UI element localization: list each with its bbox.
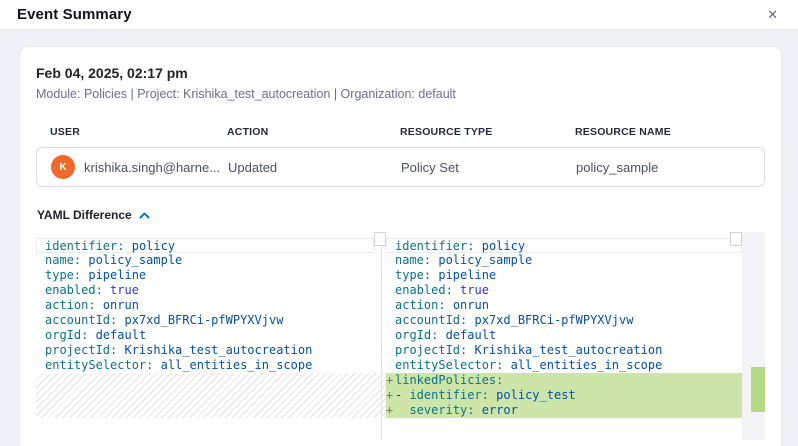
diff-plus-sign: +: [386, 373, 395, 388]
code-line: identifier: policy: [386, 238, 742, 253]
audit-table-header: USER ACTION RESOURCE TYPE RESOURCE NAME: [50, 126, 765, 138]
left-scrollbar[interactable]: [374, 232, 386, 246]
yaml-diff-editor: identifier: policyname: policy_sampletyp…: [36, 232, 765, 440]
diff-plus-sign: +: [386, 388, 395, 403]
page-title: Event Summary: [17, 6, 132, 23]
code-line: accountId: px7xd_BFRCi-pfWPYXVjvw: [36, 313, 374, 328]
code-line: orgId: default: [386, 328, 742, 343]
event-timestamp: Feb 04, 2025, 02:17 pm: [36, 65, 765, 81]
event-card: Feb 04, 2025, 02:17 pm Module: Policies …: [20, 47, 781, 446]
chevron-up-icon[interactable]: [139, 212, 150, 219]
code-line: name: policy_sample: [386, 253, 742, 268]
code-line: name: policy_sample: [36, 253, 374, 268]
code-line: entitySelector: all_entities_in_scope: [36, 358, 374, 373]
code-line: type: pipeline: [386, 268, 742, 283]
diff-overview-ruler[interactable]: [742, 232, 765, 440]
diff-pane-divider[interactable]: [381, 232, 382, 440]
avatar: K: [51, 155, 75, 179]
code-line-added: + severity: error: [386, 403, 742, 418]
column-header-resource-type: RESOURCE TYPE: [400, 126, 575, 138]
yaml-difference-label: YAML Difference: [37, 208, 132, 222]
code-line: projectId: Krishika_test_autocreation: [386, 343, 742, 358]
added-lines-marker: [751, 367, 765, 412]
code-line: orgId: default: [36, 328, 374, 343]
event-meta: Module: Policies | Project: Krishika_tes…: [36, 87, 765, 101]
action-value: Updated: [228, 160, 401, 175]
resource-name-value: policy_sample: [576, 160, 750, 175]
modal-body: Feb 04, 2025, 02:17 pm Module: Policies …: [0, 30, 798, 446]
code-line: entitySelector: all_entities_in_scope: [386, 358, 742, 373]
code-line: accountId: px7xd_BFRCi-pfWPYXVjvw: [386, 313, 742, 328]
diff-plus-sign: +: [386, 403, 395, 418]
resource-type-value: Policy Set: [401, 160, 576, 175]
code-line: action: onrun: [36, 298, 374, 313]
diff-pane-original[interactable]: identifier: policyname: policy_sampletyp…: [36, 232, 374, 440]
code-line-added: +linkedPolicies:: [386, 373, 742, 388]
column-header-user: USER: [50, 126, 227, 138]
diff-empty-hatch: [36, 373, 386, 418]
user-cell: K krishika.singh@harne...: [51, 155, 228, 179]
diff-pane-modified[interactable]: identifier: policyname: policy_sampletyp…: [386, 232, 742, 440]
yaml-difference-toggle[interactable]: YAML Difference: [37, 208, 765, 222]
column-header-action: ACTION: [227, 126, 400, 138]
code-line: enabled: true: [36, 283, 374, 298]
close-icon[interactable]: ✕: [765, 6, 780, 23]
modal-header: Event Summary ✕: [0, 0, 798, 30]
code-line: type: pipeline: [36, 268, 374, 283]
right-scrollbar[interactable]: [730, 232, 742, 246]
code-line-added: +- identifier: policy_test: [386, 388, 742, 403]
user-email: krishika.singh@harne...: [84, 160, 220, 175]
column-header-resource-name: RESOURCE NAME: [575, 126, 765, 138]
code-line: identifier: policy: [36, 238, 374, 253]
code-line: enabled: true: [386, 283, 742, 298]
table-row: K krishika.singh@harne... Updated Policy…: [36, 147, 765, 187]
code-line: action: onrun: [386, 298, 742, 313]
code-line: projectId: Krishika_test_autocreation: [36, 343, 374, 358]
